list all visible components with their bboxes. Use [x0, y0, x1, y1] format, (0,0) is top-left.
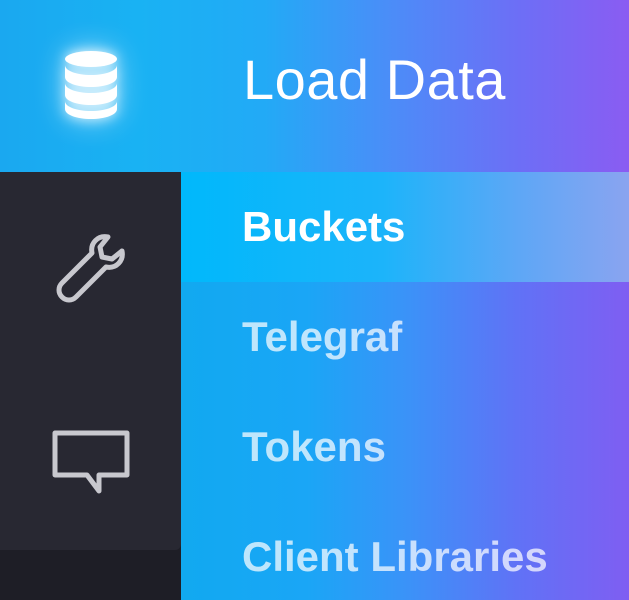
submenu-item-client-libraries[interactable]: Client Libraries	[181, 502, 629, 600]
page-title: Load Data	[243, 48, 506, 111]
database-icon	[61, 49, 121, 123]
submenu-item-label: Client Libraries	[242, 533, 548, 580]
load-data-menu: Load Data Buckets Telegraf Tokens Client…	[0, 0, 629, 600]
submenu-item-label: Tokens	[242, 423, 386, 470]
load-data-header[interactable]: Load Data	[0, 0, 629, 172]
load-data-submenu: Buckets Telegraf Tokens Client Libraries	[181, 172, 629, 600]
rail-item-feedback[interactable]	[0, 410, 181, 520]
submenu-item-telegraf[interactable]: Telegraf	[181, 282, 629, 392]
submenu-item-buckets[interactable]: Buckets	[181, 172, 629, 282]
rail-item-settings[interactable]	[0, 215, 181, 325]
submenu-item-tokens[interactable]: Tokens	[181, 392, 629, 502]
header-icon-container	[0, 0, 181, 172]
submenu-item-label: Buckets	[242, 203, 406, 250]
wrench-icon	[50, 227, 132, 313]
chat-bubble-icon	[49, 427, 133, 503]
submenu-item-label: Telegraf	[242, 313, 403, 360]
